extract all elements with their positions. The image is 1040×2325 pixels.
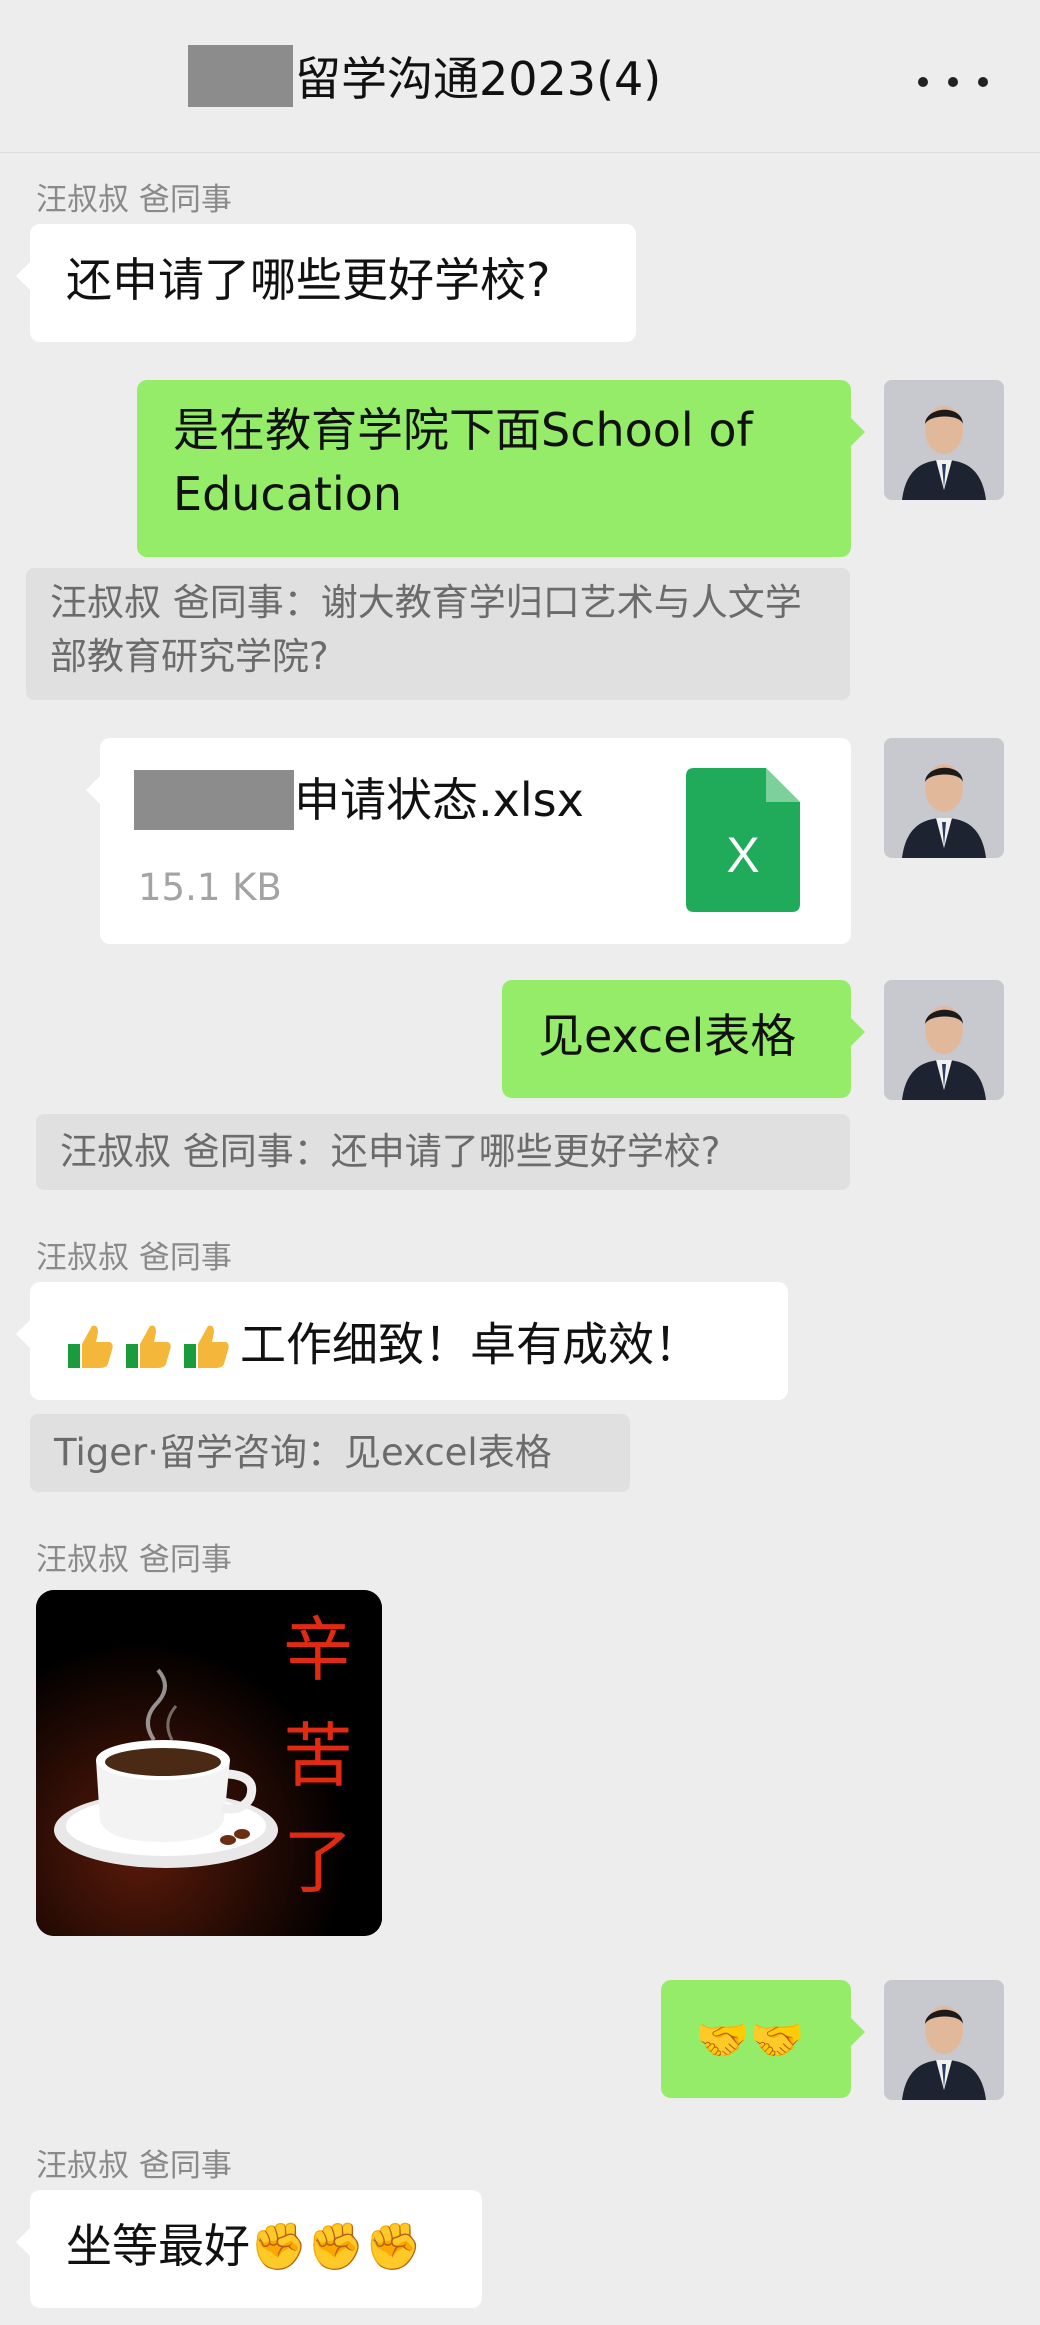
more-dot — [978, 77, 988, 87]
message-text: 工作细致！卓有成效！ — [240, 1317, 700, 1372]
more-dot — [918, 77, 928, 87]
quoted-message[interactable]: 汪叔叔 爸同事：谢大教育学归口艺术与人文学部教育研究学院? — [26, 568, 850, 700]
avatar-image — [884, 738, 1004, 858]
avatar[interactable] — [884, 980, 1004, 1100]
avatar[interactable] — [884, 738, 1004, 858]
file-size: 15.1 KB — [138, 866, 282, 909]
outgoing-message-bubble[interactable]: 见excel表格 — [502, 980, 865, 1098]
avatar-image — [884, 1980, 1004, 2100]
file-name: 申请状态.xlsx — [134, 768, 584, 832]
quoted-message[interactable]: Tiger·留学咨询：见excel表格 — [30, 1414, 630, 1492]
sticker-char: 了 — [283, 1821, 353, 1903]
chat-header: 留学沟通2023(4) — [0, 0, 1040, 153]
avatar-image — [884, 980, 1004, 1100]
message-text: 是在教育学院下面School of Education — [173, 403, 753, 521]
chat-title-text: 留学沟通2023(4) — [295, 52, 662, 106]
redacted-block — [188, 45, 293, 107]
sticker-char: 苦 — [283, 1715, 353, 1797]
sticker-image[interactable]: 辛 苦 了 — [36, 1590, 382, 1936]
excel-file-icon: X — [686, 768, 800, 912]
chat-title: 留学沟通2023(4) — [188, 40, 661, 112]
file-name-text: 申请状态.xlsx — [294, 773, 584, 827]
sender-name: 汪叔叔 爸同事 — [36, 2148, 232, 2184]
message-text: 坐等最好✊✊✊ — [66, 2219, 422, 2273]
outgoing-message-bubble[interactable]: 🤝🤝 — [661, 1980, 865, 2098]
avatar[interactable] — [884, 380, 1004, 500]
quoted-message[interactable]: 汪叔叔 爸同事：还申请了哪些更好学校? — [36, 1114, 850, 1190]
avatar[interactable] — [884, 1980, 1004, 2100]
file-message-card[interactable]: 申请状态.xlsx 15.1 KB X — [86, 738, 851, 944]
quote-text: 汪叔叔 爸同事：还申请了哪些更好学校? — [60, 1130, 721, 1173]
excel-letter: X — [726, 827, 759, 883]
avatar-image — [884, 380, 1004, 500]
sender-name: 汪叔叔 爸同事 — [36, 182, 232, 218]
redacted-block — [134, 770, 294, 830]
quote-text: 汪叔叔 爸同事：谢大教育学归口艺术与人文学部教育研究学院? — [50, 581, 802, 678]
thumbs-up-icon — [126, 1325, 171, 1368]
sticker-char: 辛 — [283, 1609, 353, 1691]
thumbs-up-icon — [184, 1325, 229, 1368]
incoming-message-bubble[interactable]: 工作细致！卓有成效！ — [16, 1282, 788, 1400]
message-text: 🤝🤝 — [695, 2015, 805, 2066]
outgoing-message-bubble[interactable]: 是在教育学院下面School of Education — [137, 380, 865, 557]
quote-text: Tiger·留学咨询：见excel表格 — [54, 1431, 552, 1474]
incoming-message-bubble[interactable]: 坐等最好✊✊✊ — [16, 2190, 482, 2308]
coffee-cup-sticker: 辛 苦 了 — [36, 1590, 382, 1936]
message-text: 还申请了哪些更好学校? — [66, 253, 551, 307]
message-text: 见excel表格 — [538, 1009, 797, 1063]
thumbs-up-icon — [68, 1325, 113, 1368]
more-icon[interactable] — [918, 58, 988, 106]
sender-name: 汪叔叔 爸同事 — [36, 1240, 232, 1276]
more-dot — [948, 77, 958, 87]
sender-name: 汪叔叔 爸同事 — [36, 1542, 232, 1578]
incoming-message-bubble[interactable]: 还申请了哪些更好学校? — [16, 224, 636, 342]
